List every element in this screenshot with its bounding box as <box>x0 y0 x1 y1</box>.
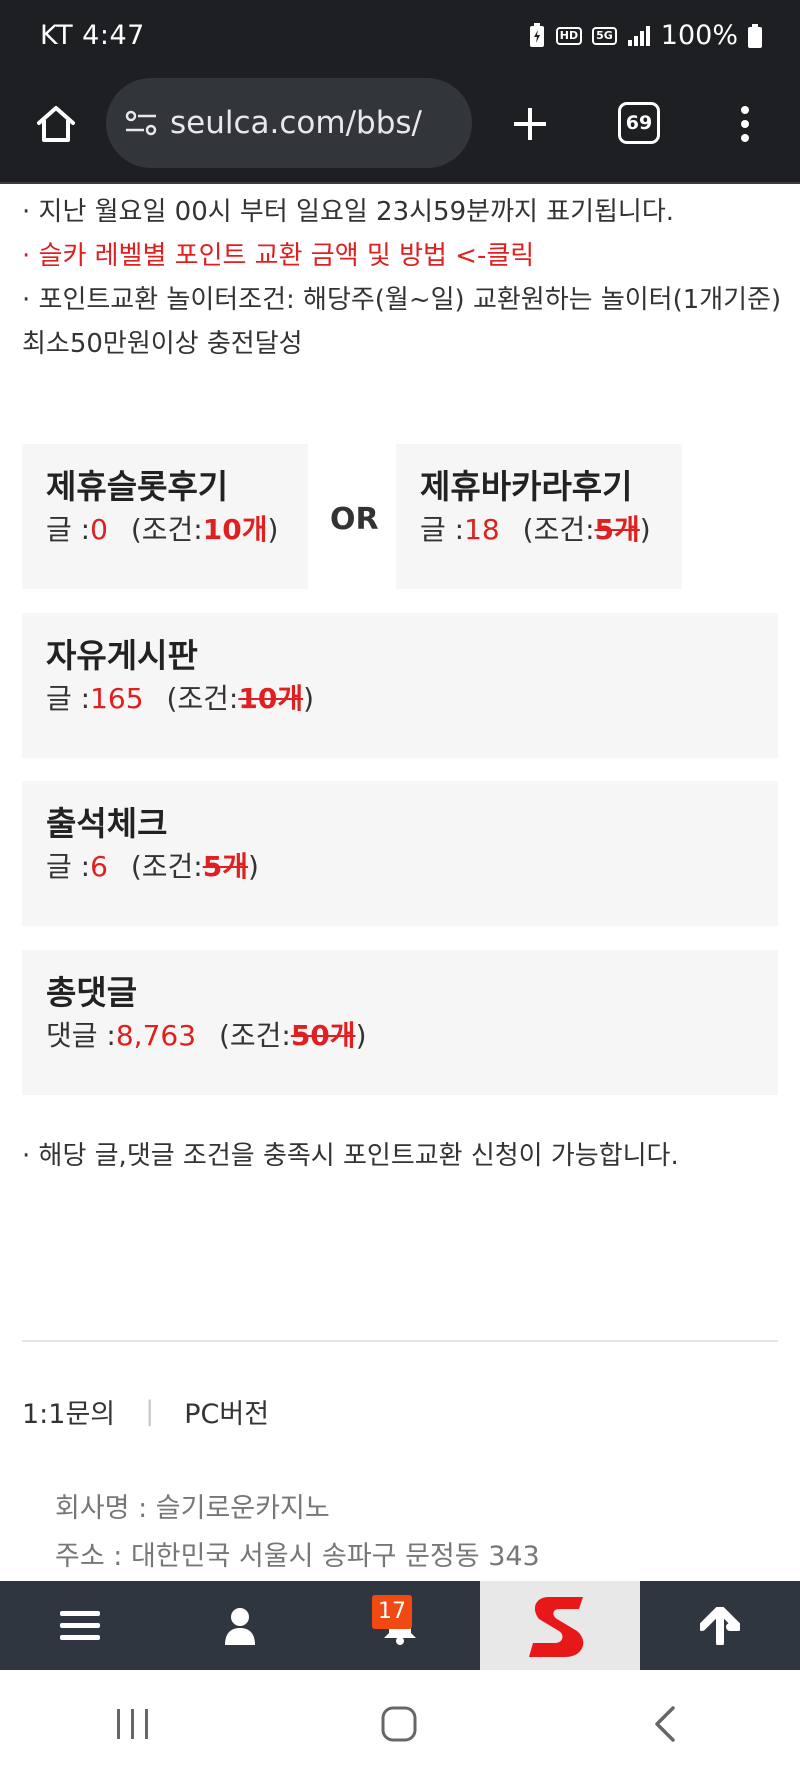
cond-prefix: (조건: <box>130 513 203 546</box>
point-exchange-notes: · 지난 월요일 00시 부터 일요일 23시59분까지 표기됩니다. · 슬카… <box>22 190 782 366</box>
card-count-line: 글 :165 (조건:10개) <box>46 677 754 721</box>
url-text: seulca.com/bbs/ <box>170 105 422 141</box>
recent-apps-button[interactable] <box>0 1670 266 1778</box>
cond-suffix: ) <box>639 513 651 546</box>
card-total-comments: 총댓글 댓글 :8,763 (조건:50개) <box>22 950 778 1095</box>
more-vertical-icon <box>741 106 749 142</box>
address-bar[interactable]: seulca.com/bbs/ <box>106 78 472 168</box>
cond-suffix: ) <box>247 850 259 883</box>
notification-count-badge: 17 <box>372 1595 412 1629</box>
count-label: 글 : <box>46 850 91 883</box>
exchange-eligibility-note: · 해당 글,댓글 조건을 충족시 포인트교환 신청이 가능합니다. <box>22 1141 679 1171</box>
back-chevron-icon <box>655 1706 675 1742</box>
new-tab-button[interactable] <box>502 96 558 152</box>
cond-suffix: ) <box>267 513 279 546</box>
cond-prefix: (조건: <box>166 682 239 715</box>
user-icon <box>225 1607 255 1645</box>
count-label: 글 : <box>46 682 91 715</box>
cond-value: 5개 <box>202 850 248 883</box>
card-title: 출석체크 <box>46 804 168 843</box>
network-5g-icon: 5G <box>592 26 617 45</box>
my-account-button[interactable] <box>160 1581 320 1670</box>
menu-button[interactable] <box>0 1581 160 1670</box>
note-period: · 지난 월요일 00시 부터 일요일 23시59분까지 표기됩니다. <box>22 197 675 227</box>
cond-value: 50개 <box>290 1019 356 1052</box>
company-info: 회사명 : 슬기로운카지노 주소 : 대한민국 서울시 송파구 문정동 343 <box>55 1485 540 1581</box>
card-slot-review: 제휴슬롯후기 글 :0 (조건:10개) <box>22 444 308 589</box>
cond-prefix: (조건: <box>130 850 203 883</box>
card-title: 총댓글 <box>46 973 138 1012</box>
signal-icon <box>627 25 651 47</box>
battery-saver-icon <box>528 22 546 49</box>
scroll-top-button[interactable] <box>640 1581 800 1670</box>
tab-switcher-button[interactable]: 69 <box>618 102 660 144</box>
recents-icon <box>117 1709 148 1739</box>
count-label: 글 : <box>46 513 91 546</box>
cond-prefix: (조건: <box>218 1019 291 1052</box>
site-logo-icon <box>529 1596 584 1657</box>
company-name: 회사명 : 슬기로운카지노 <box>55 1493 330 1524</box>
inquiry-link[interactable]: 1:1문의 <box>22 1392 115 1431</box>
arrow-up-icon <box>700 1606 740 1645</box>
android-navigation-bar <box>0 1670 800 1778</box>
card-count-line: 글 :6 (조건:5개) <box>46 845 754 889</box>
note-exchange-link[interactable]: · 슬카 레벨별 포인트 교환 금액 및 방법 <-클릭 <box>22 234 782 278</box>
card-free-board: 자유게시판 글 :165 (조건:10개) <box>22 613 778 758</box>
count-value: 165 <box>90 682 144 715</box>
footer-links: 1:1문의 | PC버전 <box>22 1392 269 1431</box>
home-nav-button[interactable] <box>266 1670 532 1778</box>
card-title: 제휴슬롯후기 <box>46 467 229 506</box>
home-icon <box>37 106 75 142</box>
cond-value: 10개 <box>238 682 304 715</box>
cond-suffix: ) <box>355 1019 367 1052</box>
carrier-time: KT 4:47 <box>40 20 145 51</box>
cond-value: 5개 <box>594 513 640 546</box>
card-count-line: 글 :0 (조건:10개) <box>46 508 284 552</box>
status-icons: HD 5G 100% <box>528 20 762 51</box>
site-settings-icon <box>125 110 157 136</box>
count-value: 0 <box>90 513 108 546</box>
card-attendance: 출석체크 글 :6 (조건:5개) <box>22 781 778 926</box>
count-value: 8,763 <box>115 1019 197 1052</box>
browser-toolbar: seulca.com/bbs/ 69 <box>0 72 800 184</box>
count-value: 6 <box>90 850 108 883</box>
count-label: 댓글 : <box>46 1019 116 1052</box>
plus-icon <box>514 108 546 140</box>
card-count-line: 글 :18 (조건:5개) <box>420 508 658 552</box>
cond-prefix: (조건: <box>522 513 595 546</box>
status-bar: KT 4:47 HD 5G 100% <box>0 0 800 72</box>
count-value: 18 <box>464 513 500 546</box>
card-title: 자유게시판 <box>46 636 198 675</box>
cond-suffix: ) <box>303 682 315 715</box>
hamburger-icon <box>60 1610 100 1640</box>
home-button[interactable] <box>28 96 84 152</box>
card-count-line: 댓글 :8,763 (조건:50개) <box>46 1014 754 1058</box>
card-title: 제휴바카라후기 <box>420 467 633 506</box>
site-logo-button[interactable] <box>480 1581 640 1670</box>
or-label: OR <box>330 502 379 537</box>
browser-menu-button[interactable] <box>730 96 760 152</box>
battery-percent: 100% <box>660 20 738 51</box>
footer-separator: | <box>145 1396 155 1427</box>
footer-divider <box>22 1340 778 1342</box>
company-address: 주소 : 대한민국 서울시 송파구 문정동 343 <box>55 1541 540 1572</box>
home-square-icon <box>381 1706 417 1742</box>
card-baccarat-review: 제휴바카라후기 글 :18 (조건:5개) <box>396 444 682 589</box>
battery-icon <box>748 23 762 48</box>
cond-value: 10개 <box>202 513 268 546</box>
back-button[interactable] <box>532 1670 798 1778</box>
note-condition: · 포인트교환 놀이터조건: 해당주(월~일) 교환원하는 놀이터(1개기준) … <box>22 285 782 359</box>
count-label: 글 : <box>420 513 465 546</box>
hd-voice-icon: HD <box>555 26 583 45</box>
pc-version-link[interactable]: PC버전 <box>184 1392 269 1431</box>
